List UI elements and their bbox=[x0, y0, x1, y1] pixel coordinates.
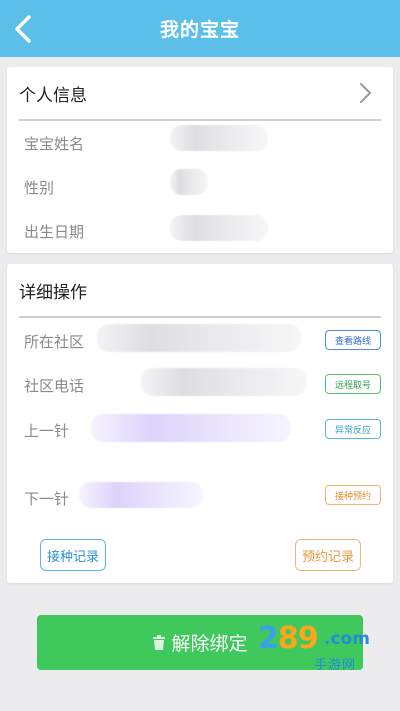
gender-label: 性别 bbox=[24, 179, 55, 197]
personal-info-title: 个人信息 bbox=[19, 85, 87, 106]
appointment-record-button[interactable]: 预约记录 bbox=[295, 539, 361, 571]
next-dose-value-redacted bbox=[79, 482, 203, 508]
chevron-left-icon bbox=[15, 15, 31, 43]
personal-info-header[interactable]: 个人信息 bbox=[7, 67, 393, 119]
last-dose-value-redacted bbox=[91, 414, 291, 442]
site-watermark: 289 .com 手游网 bbox=[258, 621, 386, 681]
next-dose-label: 下一针 bbox=[24, 490, 70, 508]
gender-value-redacted bbox=[170, 169, 208, 195]
community-label: 所在社区 bbox=[24, 333, 85, 351]
birth-date-value-redacted bbox=[170, 215, 268, 241]
adverse-reaction-button[interactable]: 异常反应 bbox=[325, 419, 381, 439]
personal-info-card: 个人信息 宝宝姓名 性别 出生日期 bbox=[7, 67, 393, 253]
remote-ticket-button[interactable]: 远程取号 bbox=[325, 374, 381, 394]
page-title: 我的宝宝 bbox=[159, 19, 240, 41]
community-value-redacted bbox=[97, 324, 301, 352]
view-route-button[interactable]: 查看路线 bbox=[325, 330, 381, 350]
chevron-right-icon[interactable] bbox=[355, 81, 375, 105]
vaccination-record-button[interactable]: 接种记录 bbox=[40, 539, 106, 571]
baby-name-label: 宝宝姓名 bbox=[24, 135, 85, 153]
watermark-number: 289 bbox=[258, 621, 319, 656]
detail-ops-header: 详细操作 bbox=[7, 264, 393, 316]
detail-ops-title: 详细操作 bbox=[19, 282, 87, 303]
last-dose-label: 上一针 bbox=[24, 422, 70, 440]
community-phone-label: 社区电话 bbox=[24, 377, 85, 395]
watermark-subtitle: 手游网 bbox=[314, 658, 357, 673]
divider bbox=[19, 119, 381, 121]
back-button[interactable] bbox=[8, 12, 38, 46]
app-header: 我的宝宝 bbox=[0, 0, 400, 57]
watermark-com: .com bbox=[324, 629, 370, 649]
baby-name-value-redacted bbox=[170, 125, 268, 151]
birth-date-label: 出生日期 bbox=[24, 223, 85, 241]
detail-ops-card: 详细操作 所在社区 查看路线 社区电话 远程取号 上一针 异常反应 下一针 接种… bbox=[7, 264, 393, 583]
unbind-label: 解除绑定 bbox=[171, 633, 248, 655]
vaccine-appointment-button[interactable]: 接种预约 bbox=[325, 485, 381, 505]
trash-icon bbox=[153, 634, 166, 650]
divider bbox=[19, 316, 381, 318]
community-phone-value-redacted bbox=[141, 368, 307, 396]
